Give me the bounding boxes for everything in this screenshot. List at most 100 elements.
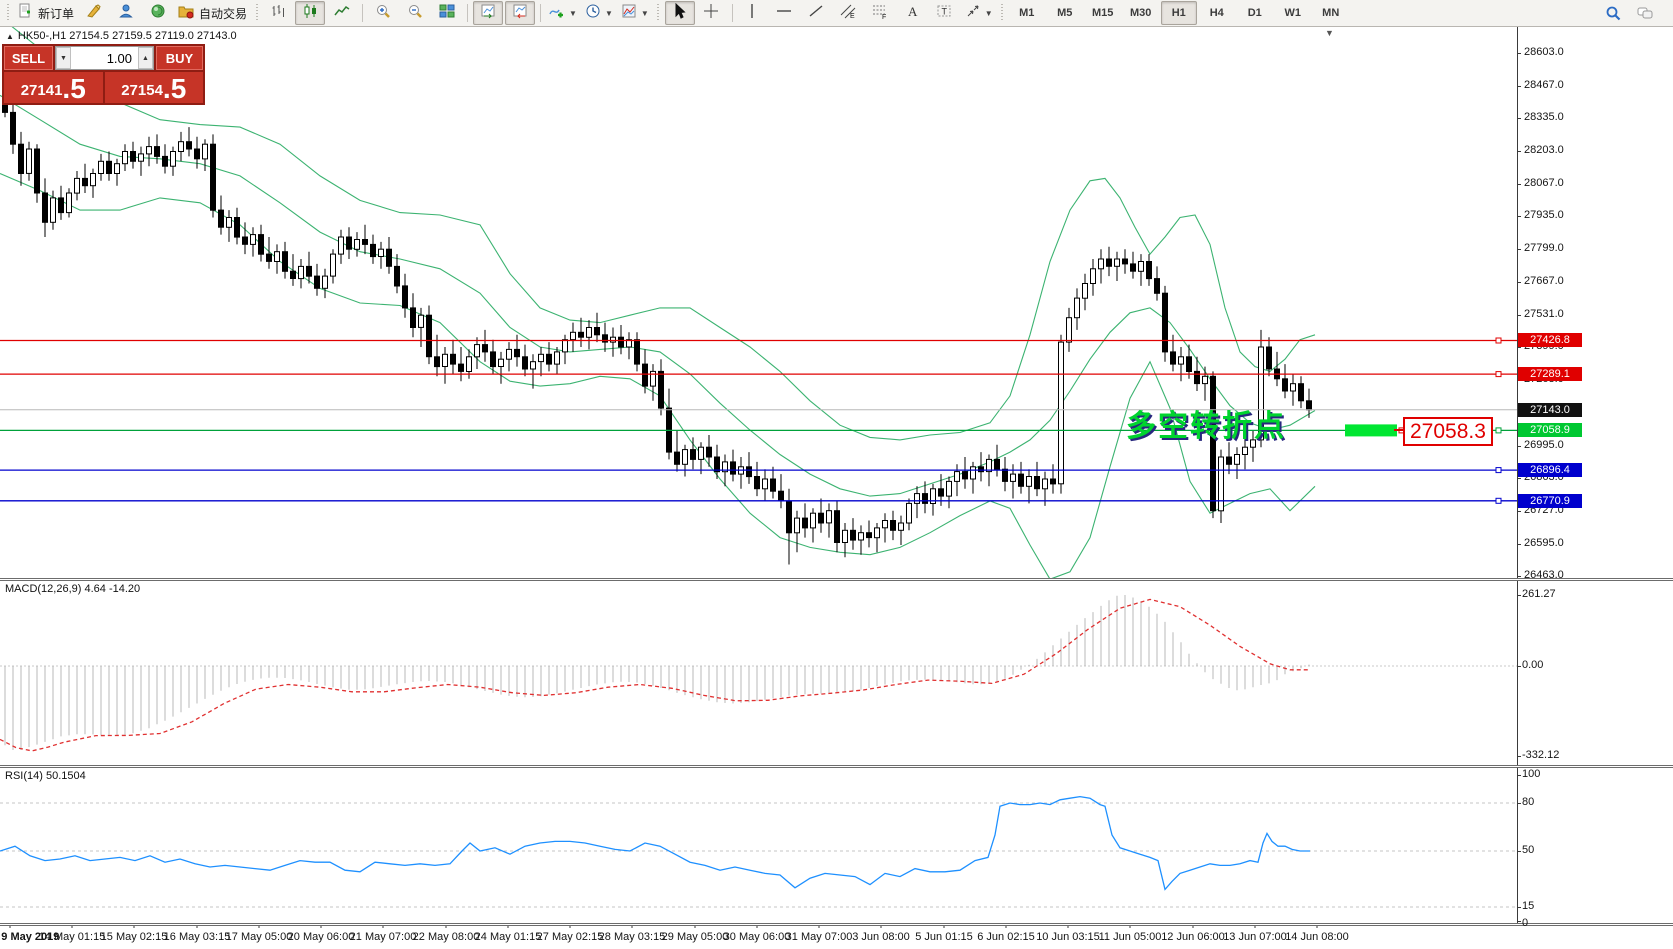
time-axis-label: 31 May 07:00	[786, 931, 853, 943]
timeframe-m15-button[interactable]: M15	[1085, 1, 1121, 25]
time-axis-label: 17 May 05:00	[226, 931, 293, 943]
bars-icon	[270, 3, 287, 24]
level-price-tag: 26770.9	[1518, 494, 1582, 508]
line-chart-type-button[interactable]	[327, 1, 357, 25]
time-axis-label: 3 Jun 08:00	[852, 931, 910, 943]
time-axis-label: 22 May 08:00	[413, 931, 480, 943]
tile-windows-button[interactable]	[432, 1, 462, 25]
buy-button[interactable]: BUY	[156, 46, 203, 70]
text-tool-button[interactable]: A	[898, 1, 928, 25]
toolbar-grip[interactable]	[254, 4, 259, 22]
market-watch-button[interactable]	[111, 1, 141, 25]
chart-shift-button[interactable]	[505, 1, 535, 25]
timeframe-d1-button[interactable]: D1	[1237, 1, 1273, 25]
equidistant-channel-tool-button[interactable]: E	[834, 1, 864, 25]
template-button[interactable]: ▼	[618, 1, 652, 25]
cursor-icon	[671, 3, 688, 24]
crosshair-tool-button[interactable]	[697, 1, 727, 25]
styles-button[interactable]	[79, 1, 109, 25]
rsi-axis-tick-label: 100	[1522, 768, 1540, 780]
toolbar-grip[interactable]	[656, 4, 661, 22]
rsi-panel-separator[interactable]	[0, 765, 1673, 768]
trendline-tool-button[interactable]	[802, 1, 832, 25]
buy-price: 27154	[121, 80, 163, 102]
svg-text:F: F	[882, 14, 886, 19]
algo-trading-button[interactable]: 自动交易	[175, 1, 250, 25]
horizontal-line-tool-button[interactable]	[770, 1, 800, 25]
time-axis-label: 12 Jun 06:00	[1161, 931, 1225, 943]
timeframe-m1-button[interactable]: M1	[1009, 1, 1045, 25]
level-price-tag: 27289.1	[1518, 367, 1582, 381]
template-icon	[621, 3, 638, 24]
shiftl-icon	[480, 3, 497, 24]
symbol-arrow-icon: ▲	[6, 32, 14, 41]
volume-input[interactable]	[71, 47, 138, 69]
bar-chart-type-button[interactable]	[263, 1, 293, 25]
chart-annotation-text[interactable]: 多空转折点	[1126, 401, 1286, 445]
linechart-icon	[334, 3, 351, 24]
time-axis-separator	[0, 923, 1673, 926]
time-axis-label: 5 Jun 01:15	[915, 931, 973, 943]
chart-title-text: HK50-,H1 27154.5 27159.5 27119.0 27143.0	[18, 30, 237, 42]
timeframe-m30-button[interactable]: M30	[1123, 1, 1159, 25]
time-axis-label: 20 May 06:00	[288, 931, 355, 943]
timeframe-w1-button[interactable]: W1	[1275, 1, 1311, 25]
add-indicator-button[interactable]: ▼	[546, 1, 580, 25]
arrows-tool-button[interactable]: ▼	[962, 1, 996, 25]
toolbar: 新订单自动交易▼▼▼EFAT▼M1M5M15M30H1H4D1W1MN	[0, 0, 1673, 27]
candle-chart-type-button[interactable]	[295, 1, 325, 25]
new-order-button[interactable]: 新订单	[14, 1, 77, 25]
zoom-in-button[interactable]	[368, 1, 398, 25]
timeframe-mn-button[interactable]: MN	[1313, 1, 1349, 25]
texta-icon: A	[904, 3, 921, 24]
chart-window[interactable]: ▲ HK50-,H1 27154.5 27159.5 27119.0 27143…	[0, 27, 1673, 949]
vertical-line-tool-button[interactable]	[738, 1, 768, 25]
timeframe-h1-button[interactable]: H1	[1161, 1, 1197, 25]
chan-icon: E	[840, 3, 857, 24]
macd-indicator-label: MACD(12,26,9) 4.64 -14.20	[5, 583, 140, 595]
price-axis-tick-label: 28335.0	[1524, 111, 1564, 123]
fibo-icon: F	[872, 3, 889, 24]
volume-increment-button[interactable]: ▲	[138, 47, 153, 69]
price-callout-label[interactable]: 27058.3	[1403, 417, 1493, 446]
arrows-icon	[965, 3, 982, 24]
rsi-axis-tick-label: 50	[1522, 844, 1534, 856]
data-window-button[interactable]	[143, 1, 173, 25]
chart-title: ▲ HK50-,H1 27154.5 27159.5 27119.0 27143…	[6, 30, 237, 42]
period-button[interactable]: ▼	[582, 1, 616, 25]
time-axis-label: 6 Jun 02:15	[977, 931, 1035, 943]
toolbar-grip[interactable]	[5, 4, 10, 22]
price-axis-tick-label: 26595.0	[1524, 537, 1564, 549]
vline-icon	[744, 3, 761, 24]
indplus-icon	[549, 3, 566, 24]
macd-panel-separator[interactable]	[0, 578, 1673, 581]
toolbar-grip[interactable]	[1000, 4, 1005, 22]
time-axis-label: 16 May 03:15	[164, 931, 231, 943]
svg-text:A: A	[908, 4, 918, 19]
auto-scroll-button[interactable]	[473, 1, 503, 25]
time-axis-label: 15 May 02:15	[101, 931, 168, 943]
fibonacci-tool-button[interactable]: F	[866, 1, 896, 25]
toolbar-separator	[540, 4, 541, 22]
level-price-tag: 26896.4	[1518, 463, 1582, 477]
highlight-rect[interactable]	[1345, 424, 1397, 436]
zoom-out-button[interactable]	[400, 1, 430, 25]
chat-icon[interactable]	[1630, 1, 1660, 25]
price-axis-tick-label: 27531.0	[1524, 308, 1564, 320]
cursor-tool-button[interactable]	[665, 1, 695, 25]
search-icon[interactable]	[1598, 1, 1628, 25]
timeframe-h4-button[interactable]: H4	[1199, 1, 1235, 25]
toolbar-separator	[362, 4, 363, 22]
label-tool-button[interactable]: T	[930, 1, 960, 25]
clock-icon	[585, 3, 602, 24]
toolbar-separator	[732, 4, 733, 22]
price-axis-tick-label: 28067.0	[1524, 177, 1564, 189]
volume-decrement-button[interactable]: ▼	[56, 47, 71, 69]
sell-price-tile[interactable]: 27141.5	[4, 72, 103, 103]
chart-shift-marker-icon[interactable]: ▼	[1325, 28, 1334, 38]
sell-button[interactable]: SELL	[4, 46, 53, 70]
timeframe-m5-button[interactable]: M5	[1047, 1, 1083, 25]
callout-connector	[1394, 429, 1403, 431]
buy-price-tile[interactable]: 27154.5	[105, 72, 204, 103]
chart-canvas[interactable]	[0, 27, 1673, 949]
